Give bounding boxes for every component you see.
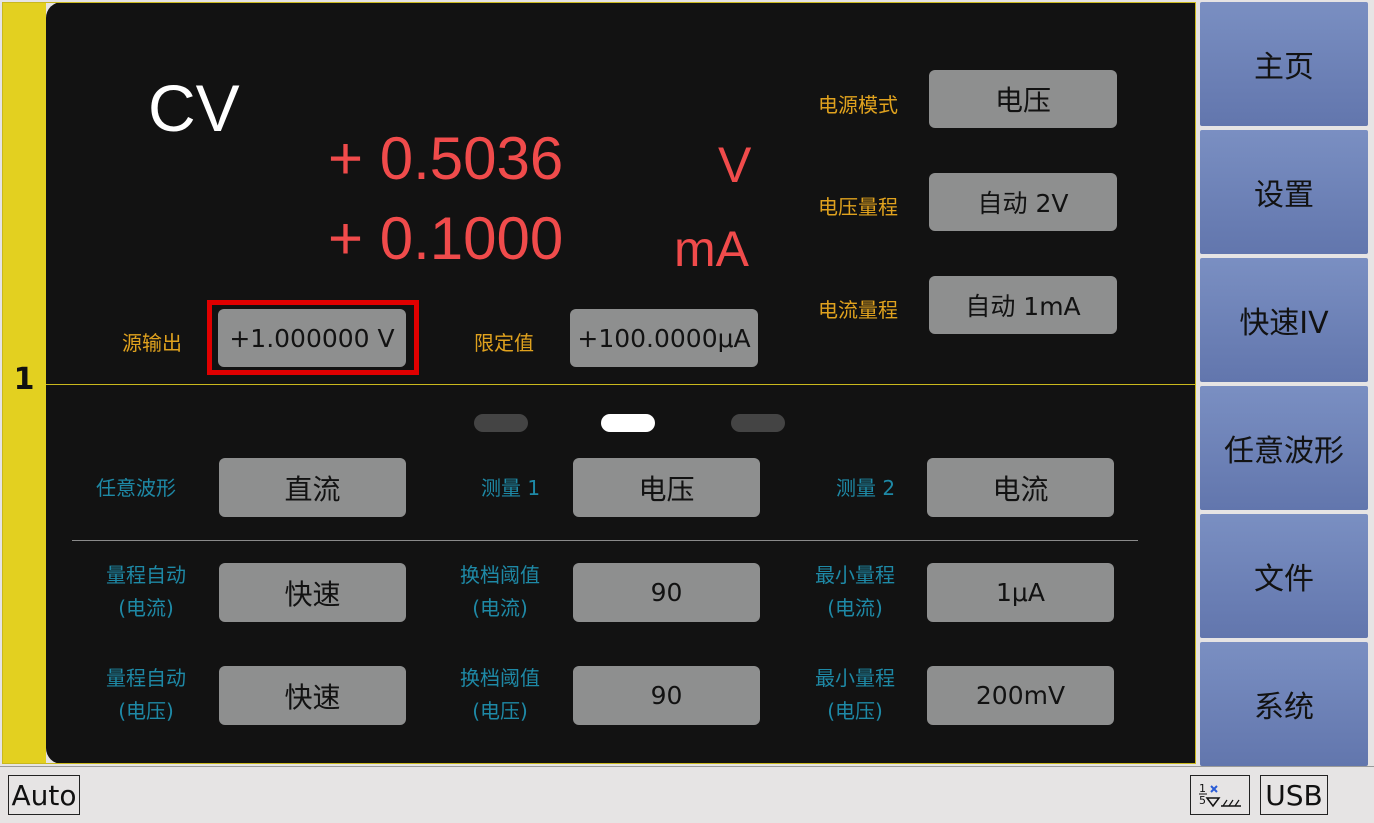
sidebar-item-settings[interactable]: 设置 [1200, 130, 1368, 254]
voltage-range-button[interactable]: 自动 2V [929, 173, 1117, 231]
usb-indicator: USB [1260, 775, 1328, 815]
voltage-auto-label-line2: (电压) [118, 699, 174, 723]
current-threshold-button[interactable]: 90 [573, 563, 760, 622]
current-range-button[interactable]: 自动 1mA [929, 276, 1117, 334]
voltage-auto-label-line1: 量程自动 [106, 666, 186, 690]
svg-text:5: 5 [1199, 794, 1206, 807]
power-mode-label: 电源模式 [818, 93, 898, 117]
current-threshold-label-line2: (电流) [472, 596, 528, 620]
selection-highlight [207, 300, 419, 375]
voltage-threshold-button[interactable]: 90 [573, 666, 760, 725]
sidebar-item-waveform[interactable]: 任意波形 [1200, 386, 1368, 510]
voltage-threshold-label: 换档阈值 (电压) [450, 662, 550, 728]
power-mode-button[interactable]: 电压 [929, 70, 1117, 128]
current-auto-label-line2: (电流) [118, 596, 174, 620]
page-dot-3[interactable] [731, 414, 785, 432]
voltage-min-label-line2: (电压) [827, 699, 883, 723]
current-threshold-label: 换档阈值 (电流) [450, 559, 550, 625]
current-min-label: 最小量程 (电流) [805, 559, 905, 625]
sidebar-item-file[interactable]: 文件 [1200, 514, 1368, 638]
voltage-min-label-line1: 最小量程 [815, 666, 895, 690]
current-range-label: 电流量程 [818, 298, 898, 322]
sidebar-item-system[interactable]: 系统 [1200, 642, 1368, 766]
measure1-label: 测量 1 [481, 476, 541, 500]
auto-mode-indicator: Auto [8, 775, 80, 815]
sidebar-item-quick-iv[interactable]: 快速IV [1200, 258, 1368, 382]
source-output-label: 源输出 [122, 331, 182, 355]
voltage-unit: V [718, 137, 752, 193]
trigger-icon: 1 5 [1190, 775, 1250, 815]
current-unit: mA [674, 221, 749, 277]
limit-button[interactable]: +100.0000μA [570, 309, 758, 367]
status-bar: Auto 1 5 USB [0, 766, 1374, 823]
current-threshold-label-line1: 换档阈值 [460, 563, 540, 587]
page-dot-2[interactable] [601, 414, 655, 432]
measure2-label: 测量 2 [836, 476, 896, 500]
instrument-screen: 1 CV + 0.5036 V + 0.1000 mA 源输出 +1.00000… [0, 0, 1374, 823]
voltage-auto-button[interactable]: 快速 [219, 666, 406, 725]
section-divider [46, 384, 1196, 385]
waveform-button[interactable]: 直流 [219, 458, 406, 517]
current-auto-label-line1: 量程自动 [106, 563, 186, 587]
voltage-min-button[interactable]: 200mV [927, 666, 1114, 725]
row-divider [72, 540, 1138, 541]
voltage-auto-label: 量程自动 (电压) [96, 662, 196, 728]
limit-label: 限定值 [474, 331, 534, 355]
waveform-label: 任意波形 [96, 476, 176, 500]
voltage-range-label: 电压量程 [818, 195, 898, 219]
voltage-threshold-label-line1: 换档阈值 [460, 666, 540, 690]
channel-number: 1 [13, 362, 35, 397]
current-auto-button[interactable]: 快速 [219, 563, 406, 622]
current-min-label-line1: 最小量程 [815, 563, 895, 587]
current-min-label-line2: (电流) [827, 596, 883, 620]
current-reading: + 0.1000 [328, 205, 564, 272]
measure1-button[interactable]: 电压 [573, 458, 760, 517]
measure2-button[interactable]: 电流 [927, 458, 1114, 517]
voltage-reading: + 0.5036 [328, 125, 564, 192]
page-dot-1[interactable] [474, 414, 528, 432]
sidebar-item-home[interactable]: 主页 [1200, 2, 1368, 126]
voltage-threshold-label-line2: (电压) [472, 699, 528, 723]
mode-indicator: CV [148, 71, 240, 145]
voltage-min-label: 最小量程 (电压) [805, 662, 905, 728]
current-auto-label: 量程自动 (电流) [96, 559, 196, 625]
current-min-button[interactable]: 1μA [927, 563, 1114, 622]
